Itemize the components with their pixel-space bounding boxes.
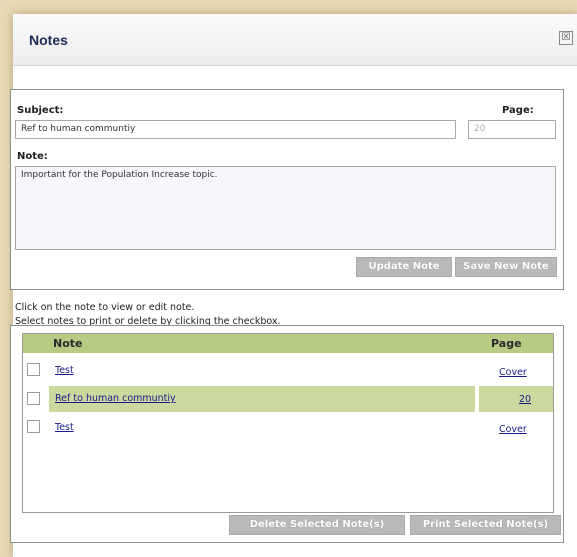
page-link[interactable]: Cover bbox=[499, 367, 527, 378]
selected-row-highlight-page bbox=[479, 386, 553, 412]
page-label: Page: bbox=[502, 105, 534, 116]
print-selected-button[interactable]: Print Selected Note(s) bbox=[410, 515, 561, 535]
page-link[interactable]: 20 bbox=[519, 394, 531, 405]
note-link[interactable]: Test bbox=[55, 365, 74, 376]
update-note-button[interactable]: Update Note bbox=[356, 257, 452, 277]
note-link[interactable]: Test bbox=[55, 422, 74, 433]
row-checkbox[interactable] bbox=[27, 363, 40, 376]
instruction-text: Click on the note to view or edit note. bbox=[15, 302, 195, 313]
table-row-selected[interactable]: Ref to human communtiy 20 bbox=[23, 386, 553, 412]
page-input[interactable]: 20 bbox=[468, 120, 556, 139]
subject-input[interactable]: Ref to human communtiy bbox=[15, 120, 456, 139]
page-link[interactable]: Cover bbox=[499, 424, 527, 435]
note-label: Note: bbox=[17, 151, 48, 162]
note-link[interactable]: Ref to human communtiy bbox=[55, 393, 176, 404]
table-row[interactable]: Test Cover bbox=[23, 359, 553, 385]
save-new-note-button[interactable]: Save New Note bbox=[455, 257, 557, 277]
note-textarea[interactable]: Important for the Population Increase to… bbox=[15, 166, 556, 250]
table-row[interactable]: Test Cover bbox=[23, 416, 553, 442]
table-header: Note Page bbox=[23, 334, 553, 353]
column-header-page: Page bbox=[491, 337, 522, 350]
dialog-title: Notes bbox=[29, 32, 68, 48]
notes-table: Note Page Test Cover Ref to human commun… bbox=[22, 333, 554, 513]
delete-selected-button[interactable]: Delete Selected Note(s) bbox=[229, 515, 405, 535]
notes-list-panel: Note Page Test Cover Ref to human commun… bbox=[10, 325, 564, 543]
close-icon[interactable]: ☒ bbox=[559, 31, 573, 45]
column-header-note: Note bbox=[53, 337, 83, 350]
note-edit-panel: Subject: Ref to human communtiy Page: 20… bbox=[10, 89, 564, 290]
row-checkbox[interactable] bbox=[27, 392, 40, 405]
subject-label: Subject: bbox=[17, 105, 64, 116]
dialog-titlebar: Notes ☒ bbox=[13, 14, 577, 66]
row-checkbox[interactable] bbox=[27, 420, 40, 433]
